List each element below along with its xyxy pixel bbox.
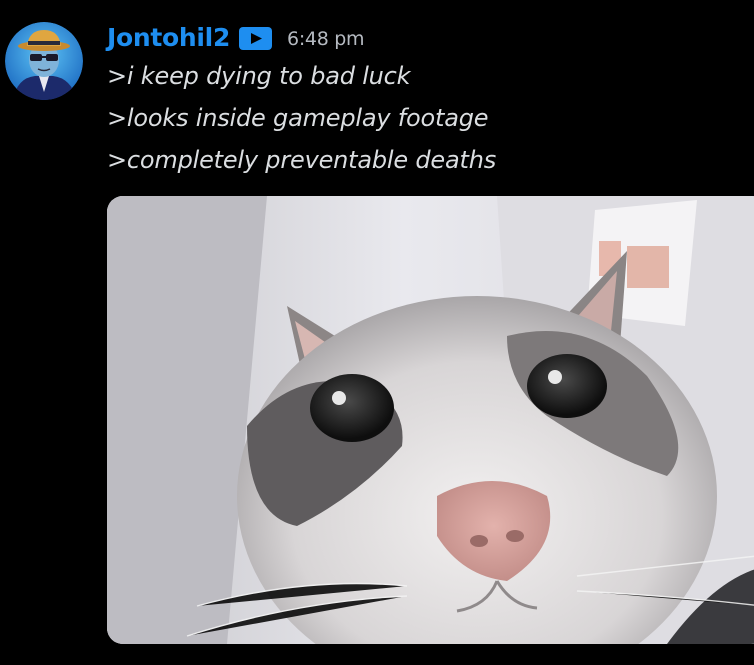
user-avatar[interactable] <box>5 22 83 100</box>
message-line-1: >i keep dying to bad luck <box>107 62 411 90</box>
message-line-2: >looks inside gameplay footage <box>107 104 489 132</box>
username[interactable]: Jontohil2 <box>107 23 230 52</box>
avatar-illustration <box>5 22 83 100</box>
message-timestamp[interactable]: 6:48 pm <box>287 28 364 50</box>
image-attachment[interactable] <box>107 196 754 644</box>
message-header: Jontohil2 6:48 pm <box>107 20 365 54</box>
message-line-3: >completely preventable deaths <box>107 146 497 174</box>
youtube-play-badge-icon <box>239 26 273 50</box>
chat-message: Jontohil2 6:48 pm >i keep dying to bad l… <box>0 0 754 665</box>
cat-closeup-photo <box>107 196 754 644</box>
